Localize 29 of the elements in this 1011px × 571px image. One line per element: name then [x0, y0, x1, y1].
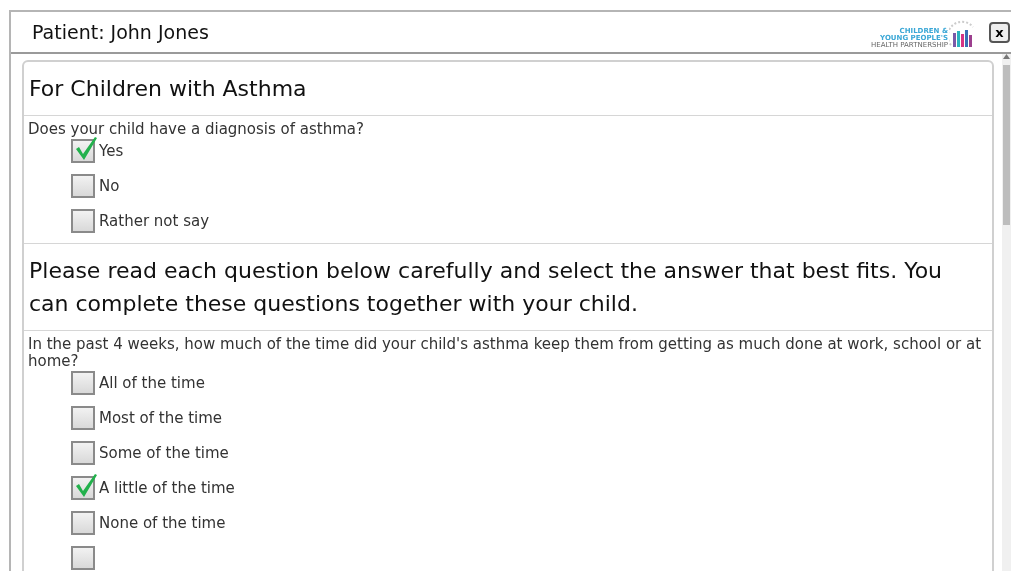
option-label: Yes: [99, 140, 124, 162]
question-text: In the past 4 weeks, how much of the time did your child's asthma keep them from getting as much done at work, school or at home?: [27, 334, 983, 370]
checkbox[interactable]: [71, 476, 95, 500]
close-button[interactable]: x: [989, 21, 1010, 43]
option-label: A little of the time: [99, 477, 235, 499]
checkbox[interactable]: [71, 139, 95, 163]
scrollbar-thumb[interactable]: [1003, 65, 1010, 225]
scrollbar[interactable]: [1002, 54, 1011, 571]
checkbox[interactable]: [71, 406, 95, 430]
people-icon: [949, 19, 975, 49]
checkbox[interactable]: [71, 511, 95, 535]
section-heading: For Children with Asthma: [28, 75, 308, 103]
option-label: No: [99, 175, 120, 197]
option-label: Some of the time: [99, 442, 229, 464]
section-heading: Please read each question below carefully and select the answer that best fits. You can complete these questions together with your child.: [28, 257, 944, 318]
checkbox[interactable]: [71, 546, 95, 570]
scroll-up-icon[interactable]: [1003, 54, 1010, 59]
window-title: Patient: John Jones: [32, 19, 209, 45]
option-label: Rather not say: [99, 210, 210, 232]
checkbox[interactable]: [71, 371, 95, 395]
checkbox[interactable]: [71, 174, 95, 198]
option-label: All of the time: [99, 372, 205, 394]
checkbox[interactable]: [71, 441, 95, 465]
checkmark-icon: [74, 473, 98, 498]
option-label: Most of the time: [99, 407, 223, 429]
checkbox[interactable]: [71, 209, 95, 233]
option-label: None of the time: [99, 512, 226, 534]
question-text: Does your child have a diagnosis of asthma?: [27, 119, 365, 138]
checkmark-icon: [74, 136, 98, 161]
